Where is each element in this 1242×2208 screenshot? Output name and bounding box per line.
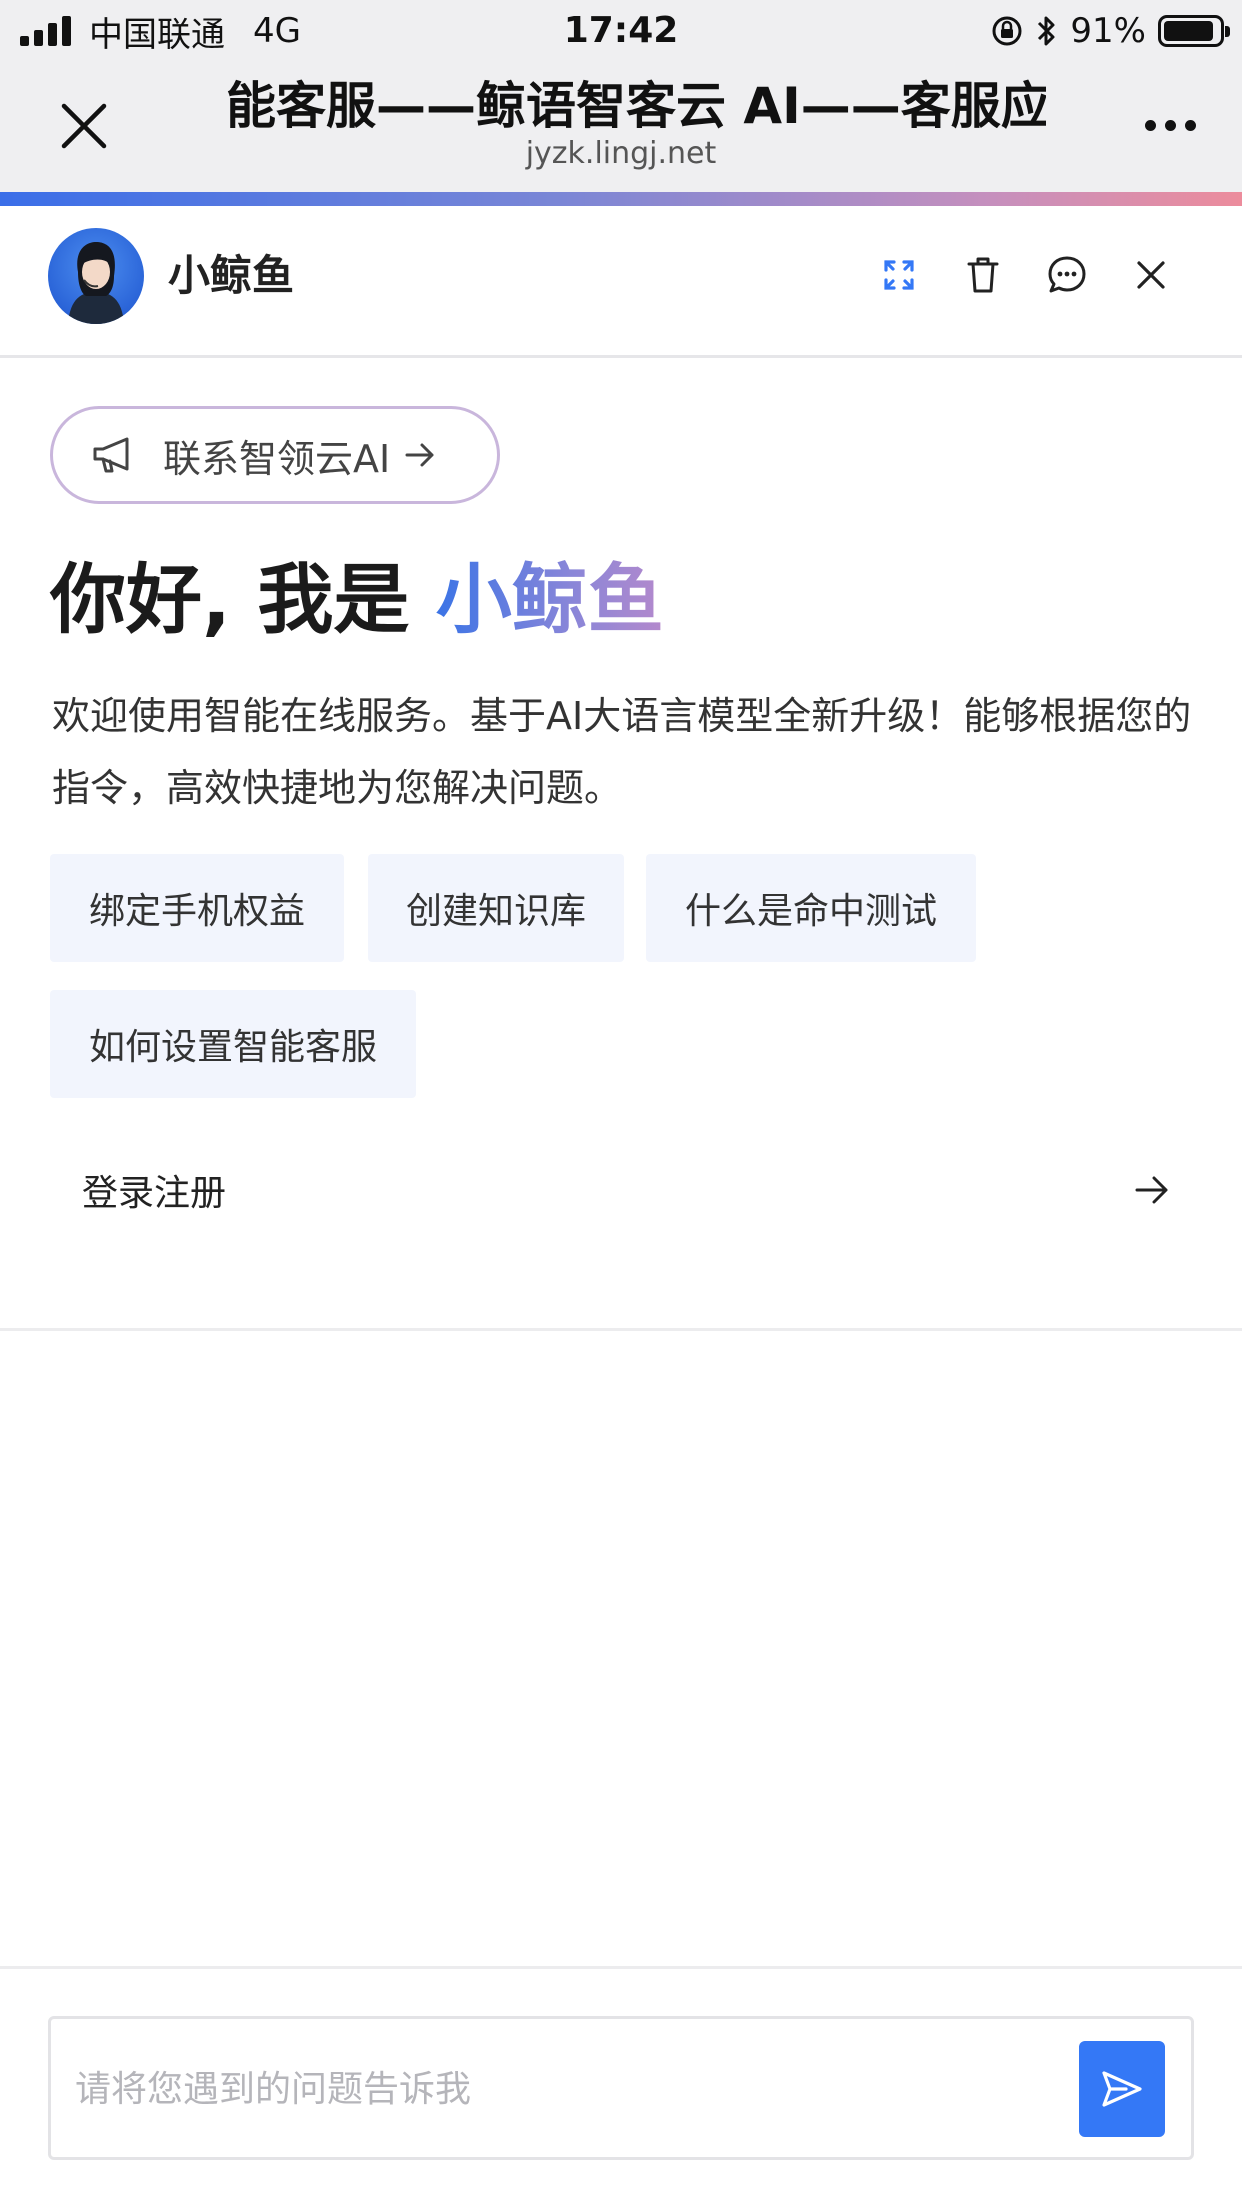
greeting-prefix: 你好, 我是 — [50, 555, 436, 644]
suggestion-chip[interactable]: 绑定手机权益 — [50, 854, 344, 962]
chat-bubble-icon[interactable] — [1040, 248, 1094, 302]
greeting-name: 小鲸鱼 — [435, 555, 664, 644]
suggestion-chip[interactable]: 如何设置智能客服 — [50, 990, 416, 1098]
input-divider — [0, 1966, 1242, 1969]
browser-domain: jyzk.lingj.net — [525, 136, 717, 171]
browser-title-container: 能客服——鲸语智客云 AI——客服应用 — [226, 76, 1046, 136]
chat-header: 小鲸鱼 — [0, 206, 1242, 358]
status-right: 91% — [990, 10, 1230, 52]
close-chat-icon[interactable] — [1124, 248, 1178, 302]
message-input[interactable] — [75, 2049, 1055, 2129]
battery-fill — [1164, 21, 1214, 41]
more-options-icon[interactable] — [1145, 120, 1196, 131]
bluetooth-icon — [1038, 16, 1055, 46]
megaphone-icon — [93, 437, 129, 473]
battery-percent: 91% — [1070, 11, 1146, 51]
intro-text: 欢迎使用智能在线服务。基于AI大语言模型全新升级！能够根据您的指令，高效快捷地为… — [52, 694, 1192, 810]
agent-avatar-icon — [68, 242, 124, 324]
suggestion-chip[interactable]: 什么是命中测试 — [646, 854, 976, 962]
send-icon — [1102, 2071, 1142, 2107]
greeting-heading: 你好, 我是 小鲸鱼 — [50, 550, 664, 650]
arrow-right-icon — [405, 443, 434, 467]
login-register-link[interactable]: 登录注册 — [50, 1150, 1170, 1230]
suggestion-chip[interactable]: 创建知识库 — [368, 854, 624, 962]
battery-icon — [1158, 15, 1230, 47]
login-register-label: 登录注册 — [82, 1173, 227, 1214]
contact-button[interactable]: 联系智领云AI — [50, 406, 500, 504]
load-progress-bar — [0, 192, 1242, 206]
contact-label: 联系智领云AI — [163, 436, 391, 481]
status-bar: 中国联通 4G 17:42 91% — [0, 0, 1242, 62]
arrow-right-icon — [1135, 1176, 1168, 1204]
message-input-box — [48, 2016, 1194, 2160]
browser-title: 能客服——鲸语智客云 AI——客服应用 — [226, 77, 1046, 135]
bot-name: 小鲸鱼 — [168, 251, 295, 300]
orientation-lock-icon — [992, 16, 1022, 46]
welcome-divider — [0, 1328, 1242, 1331]
send-button[interactable] — [1079, 2041, 1165, 2137]
avatar — [48, 228, 144, 324]
expand-icon[interactable] — [872, 248, 926, 302]
browser-nav-bar: 能客服——鲸语智客云 AI——客服应用 jyzk.lingj.net — [0, 62, 1242, 192]
trash-icon[interactable] — [956, 248, 1010, 302]
